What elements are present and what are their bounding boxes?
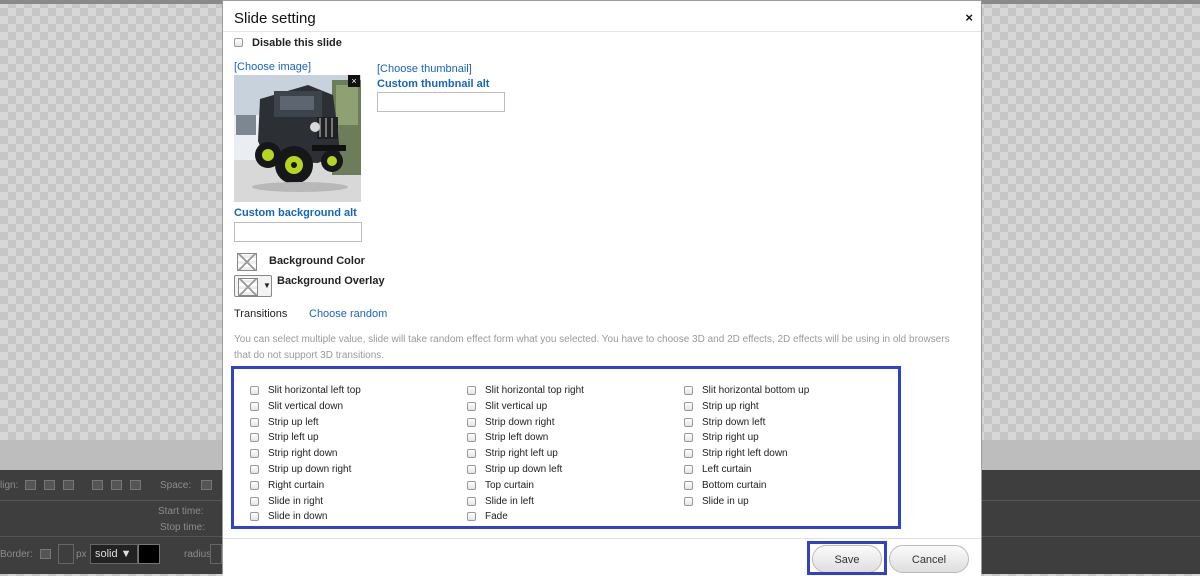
transition-checkbox[interactable] xyxy=(250,401,259,411)
choose-random-link[interactable]: Choose random xyxy=(309,308,387,320)
border-color-swatch[interactable] xyxy=(138,544,160,564)
px-label: px xyxy=(76,549,87,560)
transition-label: Strip up left xyxy=(268,416,319,428)
chevron-down-icon: ▼ xyxy=(263,281,271,290)
transition-checkbox[interactable] xyxy=(250,512,259,522)
align-left-icon[interactable] xyxy=(25,480,36,490)
radius-input[interactable] xyxy=(210,544,222,564)
transition-label: Strip left down xyxy=(485,432,549,444)
close-icon[interactable]: × xyxy=(965,10,973,25)
custom-background-alt-input[interactable] xyxy=(234,222,362,242)
transition-checkbox[interactable] xyxy=(684,386,693,395)
transition-label: Slit horizontal bottom up xyxy=(702,385,810,396)
transition-label: Slit vertical up xyxy=(485,400,548,412)
remove-image-icon[interactable]: × xyxy=(348,75,360,87)
transition-label: Strip down right xyxy=(485,416,555,428)
disable-slide-label: Disable this slide xyxy=(252,37,342,49)
dialog-header: Slide setting × xyxy=(223,1,981,32)
transition-checkbox[interactable] xyxy=(684,465,693,474)
overlay-swatch xyxy=(238,278,258,296)
transition-checkbox[interactable] xyxy=(250,386,259,395)
transition-checkbox[interactable] xyxy=(467,496,476,506)
transition-checkbox[interactable] xyxy=(684,496,693,506)
align-right-icon[interactable] xyxy=(63,480,74,490)
transition-label: Bottom curtain xyxy=(702,479,767,491)
align-label: lign: xyxy=(0,480,19,491)
transition-label: Strip up right xyxy=(702,400,759,412)
transition-checkbox[interactable] xyxy=(467,465,476,474)
transition-label: Strip right down xyxy=(268,448,338,460)
transition-label: Fade xyxy=(485,511,508,523)
background-color-label: Background Color xyxy=(269,255,365,267)
transition-label: Strip right left up xyxy=(485,448,558,460)
transition-label: Slide in left xyxy=(485,495,534,507)
transition-label: Slide in right xyxy=(268,495,324,507)
transition-checkbox[interactable] xyxy=(684,480,693,490)
transitions-label: Transitions xyxy=(234,308,288,320)
radius-label: radius xyxy=(184,549,212,560)
align-bottom-icon[interactable] xyxy=(130,480,141,490)
custom-thumbnail-alt-label: Custom thumbnail alt xyxy=(377,78,490,90)
transition-label: Strip up down left xyxy=(485,464,563,475)
transition-label: Slit horizontal top right xyxy=(485,385,584,396)
transition-label: Strip right left down xyxy=(702,448,788,460)
transition-checkbox[interactable] xyxy=(467,386,476,395)
align-middle-icon[interactable] xyxy=(111,480,122,490)
transition-checkbox[interactable] xyxy=(467,433,476,443)
transition-checkbox[interactable] xyxy=(467,417,476,427)
transition-checkbox[interactable] xyxy=(684,401,693,411)
transition-checkbox[interactable] xyxy=(250,496,259,506)
transition-label: Slide in down xyxy=(268,511,328,523)
transition-label: Slide in up xyxy=(702,495,749,507)
border-style-select[interactable]: solid ▼ xyxy=(90,544,138,564)
border-width-icon[interactable] xyxy=(40,549,51,559)
disable-slide-checkbox[interactable] xyxy=(234,38,243,47)
transition-checkbox[interactable] xyxy=(250,465,259,474)
transition-label: Strip down left xyxy=(702,416,766,428)
background-overlay-picker[interactable]: ▼ xyxy=(234,275,272,297)
space-icon[interactable] xyxy=(201,480,212,490)
transition-checkbox[interactable] xyxy=(250,433,259,443)
space-label: Space: xyxy=(160,480,192,491)
transition-checkbox[interactable] xyxy=(250,480,259,490)
transition-checkbox[interactable] xyxy=(467,449,476,459)
transition-checkbox[interactable] xyxy=(467,512,476,522)
background-color-swatch[interactable] xyxy=(237,253,257,271)
align-top-icon[interactable] xyxy=(92,480,103,490)
transition-label: Slit vertical down xyxy=(268,400,344,412)
transition-label: Right curtain xyxy=(268,479,325,491)
transition-checkbox[interactable] xyxy=(684,417,693,427)
transition-label: Strip up down right xyxy=(268,464,352,475)
align-center-icon[interactable] xyxy=(44,480,55,490)
custom-thumbnail-alt-input[interactable] xyxy=(377,92,505,112)
transition-checkbox[interactable] xyxy=(684,449,693,459)
save-button-highlight xyxy=(807,541,887,575)
transition-label: Strip left up xyxy=(268,432,319,444)
custom-background-alt-label: Custom background alt xyxy=(234,207,357,219)
transition-label: Top curtain xyxy=(485,479,534,491)
background-overlay-label: Background Overlay xyxy=(277,275,385,287)
transition-label: Slit horizontal left top xyxy=(268,385,361,396)
start-time-label: Start time: xyxy=(158,506,204,517)
border-width-input[interactable] xyxy=(58,544,74,564)
transition-checkbox[interactable] xyxy=(684,433,693,443)
cancel-button[interactable]: Cancel xyxy=(889,545,969,573)
transition-checkbox[interactable] xyxy=(250,449,259,459)
choose-image-link[interactable]: [Choose image] xyxy=(234,61,311,73)
transition-label: Strip right up xyxy=(702,432,759,444)
transition-checkbox[interactable] xyxy=(250,417,259,427)
slide-setting-dialog: Slide setting × Disable this slide [Choo… xyxy=(222,0,982,576)
transition-checkbox[interactable] xyxy=(467,401,476,411)
stop-time-label: Stop time: xyxy=(160,522,206,533)
choose-thumbnail-link[interactable]: [Choose thumbnail] xyxy=(377,63,472,75)
dialog-title: Slide setting xyxy=(234,10,316,27)
border-label: Border: xyxy=(0,549,33,560)
transition-label: Left curtain xyxy=(702,464,752,475)
jeep-photo-icon xyxy=(234,75,361,202)
transitions-help-text: You can select multiple value, slide wil… xyxy=(234,334,950,361)
transition-checkbox[interactable] xyxy=(467,480,476,490)
slide-background-image xyxy=(234,75,361,202)
